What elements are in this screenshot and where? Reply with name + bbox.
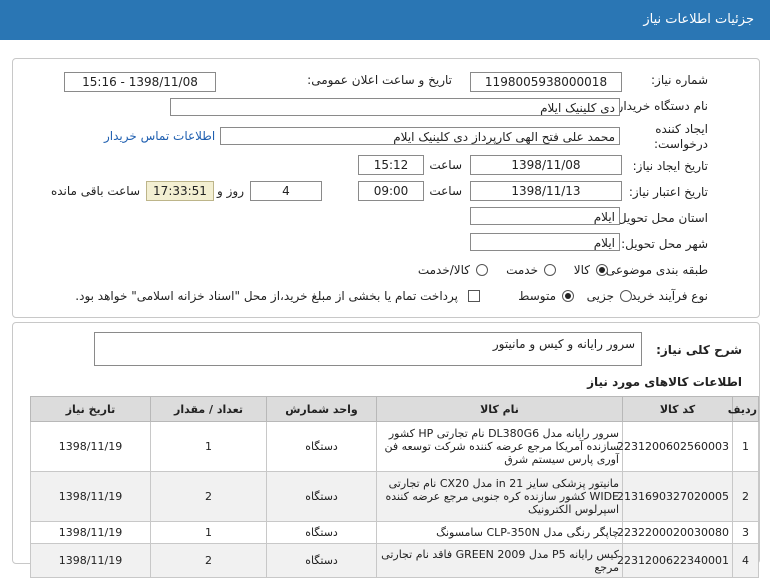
- treasury-payment-note: پرداخت تمام یا بخشی از مبلغ خرید،از محل …: [75, 289, 458, 303]
- cell-code: 2231200622340001: [617, 543, 733, 578]
- countdown-timer: 17:33:51: [146, 181, 214, 201]
- col-header-name: نام کالا: [376, 396, 623, 422]
- cell-date: 1398/11/19: [30, 471, 151, 522]
- announce-label: تاریخ و ساعت اعلان عمومی:: [307, 73, 452, 87]
- purchase-radio-minor[interactable]: [620, 290, 632, 302]
- cell-row: 2: [732, 471, 759, 522]
- cell-date: 1398/11/19: [30, 543, 151, 578]
- items-table: ردیف کد کالا نام کالا واحد شمارش تعداد /…: [30, 396, 759, 578]
- col-header-code: کد کالا: [622, 396, 733, 422]
- cell-name: کیس رایانه P5 مدل GREEN 2009 فاقد نام تج…: [376, 543, 623, 578]
- announce-datetime-field: 1398/11/08 - 15:16: [64, 72, 216, 92]
- page-title: جزئیات اطلاعات نیاز: [643, 12, 754, 27]
- valid-date-field: 1398/11/13: [470, 181, 622, 201]
- create-date-field: 1398/11/08: [470, 155, 622, 175]
- cell-row: 1: [732, 421, 759, 472]
- creator-label-line1: ایجاد کننده: [655, 122, 708, 136]
- create-time-field: 15:12: [358, 155, 424, 175]
- cell-code: 2231200602560003: [617, 421, 733, 472]
- province-field: ایلام: [470, 207, 620, 225]
- valid-time-label: ساعت: [429, 184, 462, 198]
- cell-name: چاپگر رنگی مدل CLP-350N سامسونگ: [376, 521, 623, 544]
- creator-label-line2: درخواست:: [654, 137, 708, 151]
- category-option-goods: کالا: [573, 263, 590, 277]
- table-row: 1 2231200602560003 سرور رایانه مدل DL380…: [30, 421, 759, 472]
- remaining-label: ساعت باقی مانده: [50, 184, 140, 198]
- cell-name: سرور رایانه مدل DL380G6 نام تجارتی HP کش…: [376, 421, 623, 472]
- need-number-field: 1198005938000018: [470, 72, 622, 92]
- category-option-service: خدمت: [506, 263, 538, 277]
- create-date-label: تاریخ ایجاد نیاز:: [632, 159, 708, 173]
- cell-qty: 1: [150, 521, 267, 544]
- cell-unit: دستگاه: [266, 543, 377, 578]
- cell-qty: 2: [150, 471, 267, 522]
- cell-code: 2232200020030080: [617, 521, 733, 544]
- days-remaining-field: 4: [250, 181, 322, 201]
- valid-date-label: تاریخ اعتبار نیاز:: [628, 185, 708, 199]
- days-label: روز و: [217, 184, 244, 198]
- page-header: جزئیات اطلاعات نیاز: [0, 0, 770, 40]
- create-time-label: ساعت: [429, 158, 462, 172]
- city-label: شهر محل تحویل:: [621, 237, 708, 251]
- city-field: ایلام: [470, 233, 620, 251]
- cell-date: 1398/11/19: [30, 521, 151, 544]
- table-row: 3 2232200020030080 چاپگر رنگی مدل CLP-35…: [30, 521, 759, 544]
- province-label: استان محل تحویل:: [613, 211, 708, 225]
- category-radio-goods[interactable]: [596, 264, 608, 276]
- category-label: طبقه بندی موضوعی:: [601, 263, 708, 277]
- treasury-payment-checkbox[interactable]: [468, 290, 480, 302]
- buyer-org-field: دی کلینیک ایلام: [170, 98, 620, 116]
- cell-unit: دستگاه: [266, 421, 377, 472]
- need-number-label: شماره نیاز:: [651, 73, 708, 87]
- category-option-goods-service: کالا/خدمت: [417, 263, 470, 277]
- cell-row: 3: [732, 521, 759, 544]
- cell-qty: 2: [150, 543, 267, 578]
- table-row: 4 2231200622340001 کیس رایانه P5 مدل GRE…: [30, 543, 759, 578]
- table-header-row: ردیف کد کالا نام کالا واحد شمارش تعداد /…: [30, 396, 759, 422]
- cell-name: مانیتور پزشکی سایز 21 in مدل CX20 نام تج…: [376, 471, 623, 522]
- valid-time-field: 09:00: [358, 181, 424, 201]
- buyer-org-label: نام دستگاه خریدار:: [613, 99, 709, 113]
- cell-code: 2131690327020005: [617, 471, 733, 522]
- col-header-date: تاریخ نیاز: [30, 396, 151, 422]
- contact-info-link[interactable]: اطلاعات تماس خریدار: [104, 129, 215, 143]
- cell-date: 1398/11/19: [30, 421, 151, 472]
- purchase-radio-medium[interactable]: [562, 290, 574, 302]
- creator-field: محمد علی فتح الهی کارپرداز دی کلینیک ایل…: [220, 127, 620, 145]
- cell-qty: 1: [150, 421, 267, 472]
- category-radio-service[interactable]: [544, 264, 556, 276]
- description-field: سرور رایانه و کیس و مانیتور: [94, 332, 642, 366]
- col-header-qty: تعداد / مقدار: [150, 396, 267, 422]
- cell-unit: دستگاه: [266, 471, 377, 522]
- col-header-unit: واحد شمارش: [266, 396, 377, 422]
- col-header-row: ردیف: [728, 396, 759, 422]
- category-radio-goods-service[interactable]: [476, 264, 488, 276]
- cell-row: 4: [732, 543, 759, 578]
- purchase-option-medium: متوسط: [518, 289, 556, 303]
- items-section-title: اطلاعات کالاهای مورد نیاز: [587, 375, 742, 389]
- description-label: شرح کلی نیاز:: [656, 343, 742, 357]
- purchase-option-minor: جزیی: [586, 289, 614, 303]
- purchase-type-label: نوع فرآیند خرید :: [623, 289, 708, 303]
- table-row: 2 2131690327020005 مانیتور پزشکی سایز 21…: [30, 471, 759, 522]
- cell-unit: دستگاه: [266, 521, 377, 544]
